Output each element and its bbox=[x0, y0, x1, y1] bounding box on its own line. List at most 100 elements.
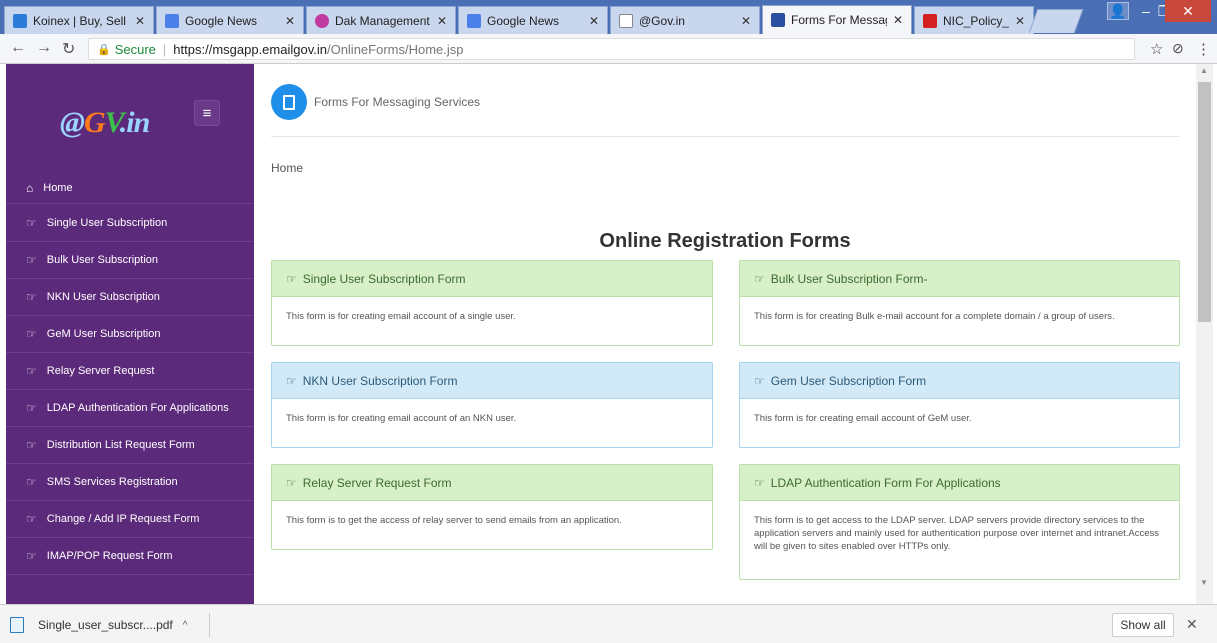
tab-close-icon[interactable]: ✕ bbox=[135, 14, 145, 28]
show-all-button[interactable]: Show all bbox=[1112, 613, 1174, 637]
tab-google-news-2[interactable]: Google News ✕ bbox=[458, 6, 608, 34]
download-bar: Single_user_subscr....pdf ^ Show all ✕ bbox=[0, 604, 1217, 643]
forward-icon[interactable]: → bbox=[36, 39, 52, 57]
home-icon: ⌂ bbox=[26, 180, 34, 195]
tab-title: Google News bbox=[185, 13, 258, 28]
hand-pointer-icon: ☞ bbox=[26, 401, 37, 415]
card-header[interactable]: ☞ NKN User Subscription Form bbox=[272, 363, 712, 399]
tab-dak-management[interactable]: Dak Management ✕ bbox=[306, 6, 456, 34]
download-filename: Single_user_subscr....pdf bbox=[38, 618, 173, 632]
tab-close-icon[interactable]: ✕ bbox=[741, 14, 751, 28]
address-toolbar: ← → ↻ 🔒 Secure | https://msgapp.emailgov… bbox=[0, 34, 1217, 64]
card-title: Gem User Subscription Form bbox=[770, 373, 927, 388]
card-title: Relay Server Request Form bbox=[302, 475, 452, 490]
card-title: Single User Subscription Form bbox=[302, 271, 466, 286]
tab-forms-messaging[interactable]: Forms For Messagin ✕ bbox=[762, 5, 912, 34]
tab-close-icon[interactable]: ✕ bbox=[589, 14, 599, 28]
pdf-file-icon bbox=[10, 617, 24, 633]
sidebar-item-single-user[interactable]: ☞ Single User Subscription bbox=[6, 205, 254, 242]
hamburger-menu-icon[interactable]: ≡ bbox=[194, 100, 220, 126]
card-bulk-user[interactable]: ☞ Bulk User Subscription Form- This form … bbox=[739, 260, 1180, 346]
tab-nic-policy[interactable]: NIC_Policy_on_form ✕ bbox=[914, 6, 1034, 34]
sidebar-item-change-ip[interactable]: ☞ Change / Add IP Request Form bbox=[6, 501, 254, 538]
hand-pointer-icon: ☞ bbox=[26, 549, 37, 563]
sidebar-item-label: GeM User Subscription bbox=[46, 328, 161, 340]
dak-favicon-icon bbox=[315, 13, 329, 28]
scroll-down-icon[interactable]: ▼ bbox=[1200, 578, 1208, 587]
sidebar-item-ldap[interactable]: ☞ LDAP Authentication For Applications bbox=[6, 390, 254, 427]
hand-pointer-icon: ☞ bbox=[754, 271, 765, 286]
card-description: This form is to get the access of relay … bbox=[286, 515, 622, 526]
scroll-up-icon[interactable]: ▲ bbox=[1200, 66, 1208, 75]
sidebar-item-label: NKN User Subscription bbox=[46, 291, 160, 303]
tab-close-icon[interactable]: ✕ bbox=[285, 14, 295, 28]
google-news-favicon-icon bbox=[165, 13, 179, 28]
tab-koinex[interactable]: Koinex | Buy, Sell an ✕ bbox=[4, 6, 154, 34]
card-header[interactable]: ☞ Relay Server Request Form bbox=[272, 465, 712, 501]
close-icon[interactable]: ✕ bbox=[1186, 616, 1198, 633]
sidebar-item-gem-user[interactable]: ☞ GeM User Subscription bbox=[6, 316, 254, 353]
tab-close-icon[interactable]: ✕ bbox=[893, 13, 903, 27]
download-item[interactable]: Single_user_subscr....pdf ^ bbox=[10, 613, 210, 637]
card-gem-user[interactable]: ☞ Gem User Subscription Form This form is… bbox=[739, 362, 1180, 448]
card-description: This form is for creating email account … bbox=[286, 413, 517, 424]
hand-pointer-icon: ☞ bbox=[26, 290, 37, 304]
tab-title: @Gov.in bbox=[639, 13, 685, 28]
tab-close-icon[interactable]: ✕ bbox=[1015, 14, 1025, 28]
hand-pointer-icon: ☞ bbox=[26, 512, 37, 526]
card-title: Bulk User Subscription Form- bbox=[770, 271, 928, 286]
extension-icon[interactable]: ⊘ bbox=[1172, 40, 1184, 57]
browser-menu-icon[interactable]: ⋮ bbox=[1196, 40, 1211, 58]
window-close-icon[interactable]: ✕ bbox=[1165, 0, 1211, 22]
vertical-scrollbar[interactable]: ▲ ▼ bbox=[1196, 64, 1213, 604]
browser-tab-strip: Koinex | Buy, Sell an ✕ Google News ✕ Da… bbox=[0, 0, 1217, 34]
card-header[interactable]: ☞ LDAP Authentication Form For Applicatio… bbox=[740, 465, 1179, 501]
sidebar: @GV.in ≡ ⌂ Home ☞ Single User Subscriptio… bbox=[6, 64, 254, 604]
tab-title: Koinex | Buy, Sell an bbox=[33, 13, 129, 28]
sidebar-menu: ☞ Single User Subscription ☞ Bulk User Sub… bbox=[6, 205, 254, 575]
sidebar-item-home[interactable]: ⌂ Home bbox=[6, 172, 254, 204]
tab-google-news-1[interactable]: Google News ✕ bbox=[156, 6, 304, 34]
back-icon[interactable]: ← bbox=[10, 39, 26, 57]
card-single-user[interactable]: ☞ Single User Subscription Form This form… bbox=[271, 260, 713, 346]
page-favicon-icon bbox=[619, 13, 633, 28]
pdf-favicon-icon bbox=[923, 13, 937, 28]
bookmark-star-icon[interactable]: ☆ bbox=[1150, 40, 1163, 58]
hand-pointer-icon: ☞ bbox=[26, 327, 37, 341]
new-tab-button[interactable] bbox=[1028, 9, 1084, 33]
tab-title: Google News bbox=[487, 13, 560, 28]
sidebar-item-bulk-user[interactable]: ☞ Bulk User Subscription bbox=[6, 242, 254, 279]
address-bar[interactable]: 🔒 Secure | https://msgapp.emailgov.in /O… bbox=[88, 38, 1135, 60]
sidebar-item-nkn-user[interactable]: ☞ NKN User Subscription bbox=[6, 279, 254, 316]
hand-pointer-icon: ☞ bbox=[26, 253, 37, 267]
sidebar-item-imap-pop[interactable]: ☞ IMAP/POP Request Form bbox=[6, 538, 254, 575]
sidebar-item-relay-server[interactable]: ☞ Relay Server Request bbox=[6, 353, 254, 390]
scrollbar-thumb[interactable] bbox=[1198, 82, 1211, 322]
tab-gov-in[interactable]: @Gov.in ✕ bbox=[610, 6, 760, 34]
logo-area: @GV.in ≡ bbox=[6, 64, 254, 172]
google-news-favicon-icon bbox=[467, 13, 481, 28]
sidebar-item-sms-services[interactable]: ☞ SMS Services Registration bbox=[6, 464, 254, 501]
sidebar-item-label: Relay Server Request bbox=[46, 365, 155, 377]
sidebar-item-label: Home bbox=[43, 181, 73, 194]
card-ldap-auth[interactable]: ☞ LDAP Authentication Form For Applicatio… bbox=[739, 464, 1180, 580]
gov-in-logo[interactable]: @GV.in bbox=[60, 106, 150, 140]
breadcrumb[interactable]: Home bbox=[271, 161, 303, 175]
lock-icon: 🔒 bbox=[97, 43, 111, 56]
tab-title: Dak Management bbox=[335, 13, 430, 28]
sidebar-item-label: SMS Services Registration bbox=[46, 476, 178, 488]
hand-pointer-icon: ☞ bbox=[26, 475, 37, 489]
hand-pointer-icon: ☞ bbox=[26, 438, 37, 452]
chevron-up-icon[interactable]: ^ bbox=[183, 620, 188, 631]
card-header[interactable]: ☞ Gem User Subscription Form bbox=[740, 363, 1179, 399]
card-header[interactable]: ☞ Bulk User Subscription Form- bbox=[740, 261, 1179, 297]
card-relay-server[interactable]: ☞ Relay Server Request Form This form is … bbox=[271, 464, 713, 550]
card-header[interactable]: ☞ Single User Subscription Form bbox=[272, 261, 712, 297]
tab-close-icon[interactable]: ✕ bbox=[437, 14, 447, 28]
tab-title: Forms For Messagin bbox=[791, 13, 887, 27]
hand-pointer-icon: ☞ bbox=[754, 475, 765, 490]
reload-icon[interactable]: ↻ bbox=[62, 39, 75, 59]
profile-icon[interactable]: 👤 bbox=[1107, 2, 1129, 20]
card-nkn-user[interactable]: ☞ NKN User Subscription Form This form is… bbox=[271, 362, 713, 448]
sidebar-item-distribution-list[interactable]: ☞ Distribution List Request Form bbox=[6, 427, 254, 464]
